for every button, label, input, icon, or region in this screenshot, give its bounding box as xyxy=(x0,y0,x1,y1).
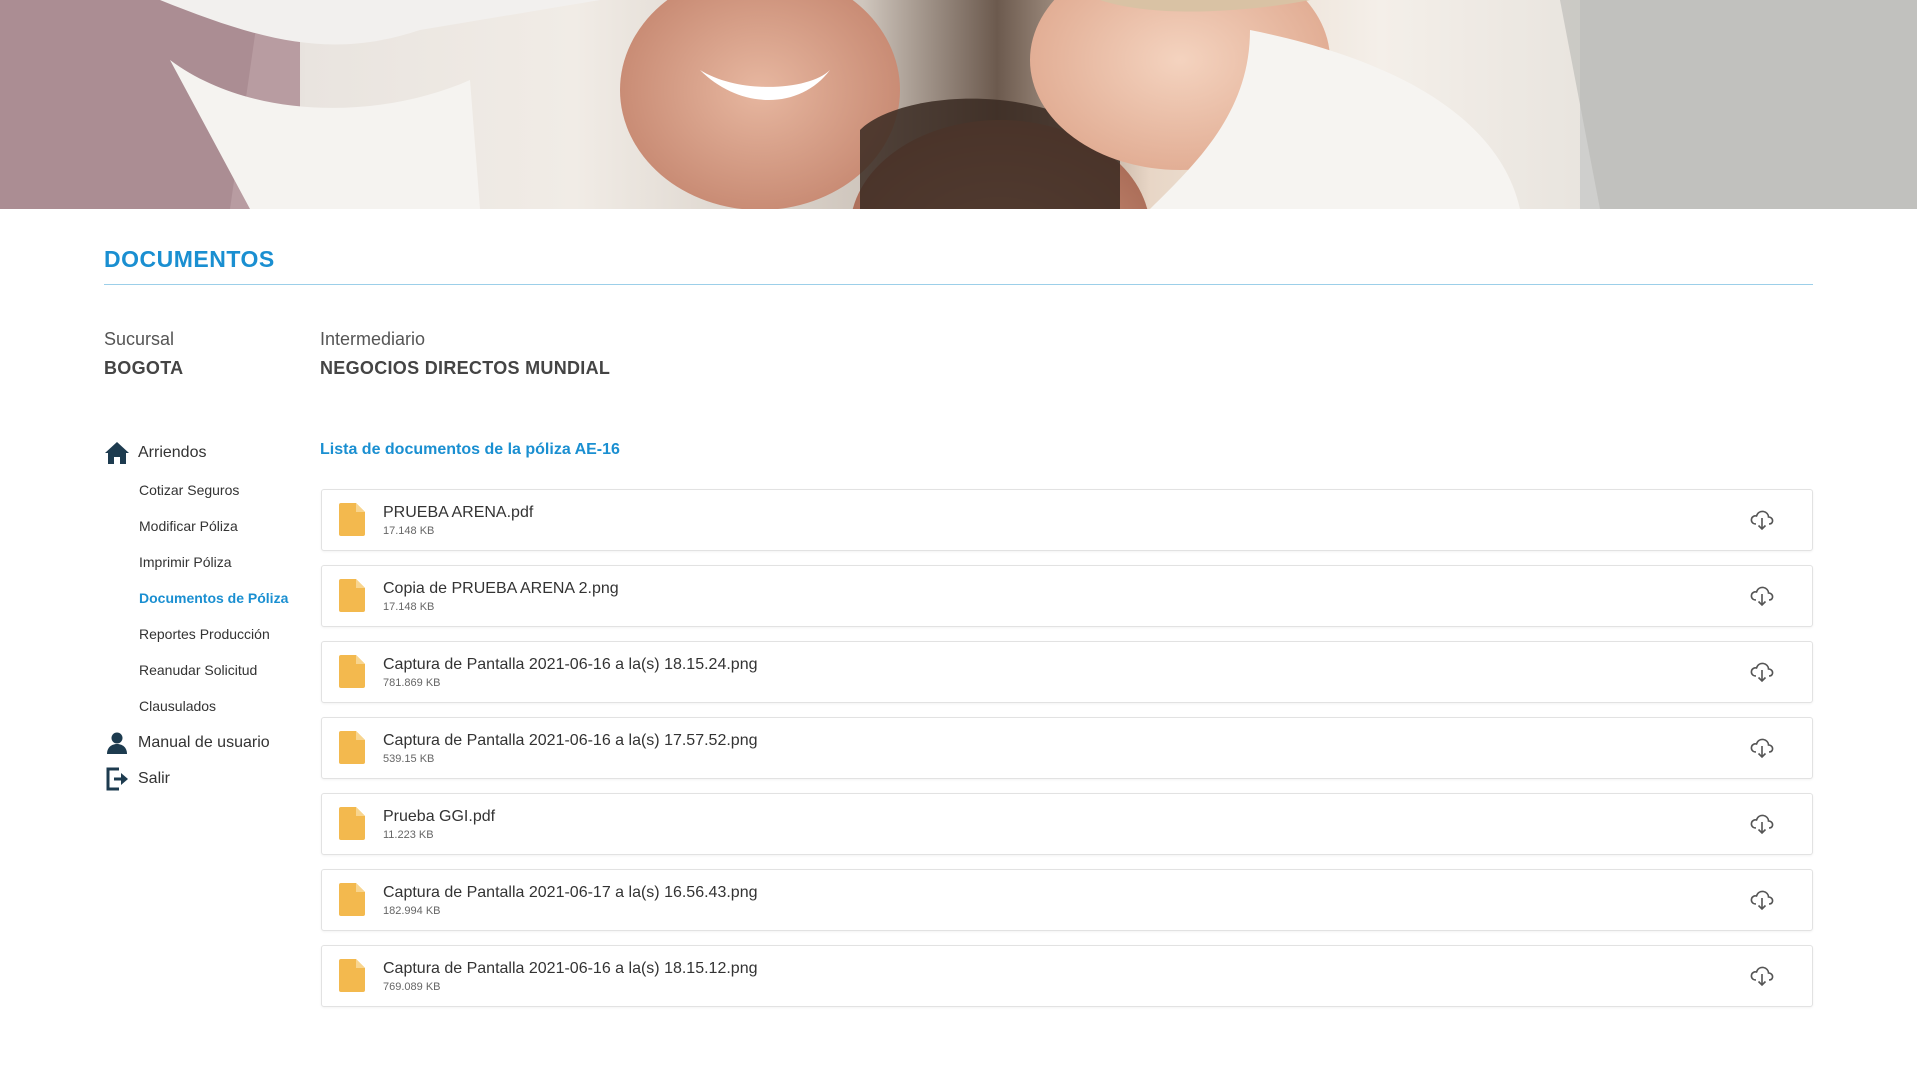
download-icon[interactable] xyxy=(1750,585,1774,607)
user-icon xyxy=(104,730,130,756)
sidebar-item-clausulados[interactable]: Clausulados xyxy=(104,688,324,724)
sidebar-item-label: Arriendos xyxy=(138,444,207,461)
document-row[interactable]: Captura de Pantalla 2021-06-16 a la(s) 1… xyxy=(321,717,1813,779)
sucursal-value: BOGOTA xyxy=(104,358,184,378)
documents-list-title: Lista de documentos de la póliza AE-16 xyxy=(320,441,620,458)
sidebar-nav: Arriendos Cotizar Seguros Modificar Póli… xyxy=(104,440,324,792)
document-row[interactable]: Copia de PRUEBA ARENA 2.png 17.148 KB xyxy=(321,565,1813,627)
document-size: 781.869 KB xyxy=(383,677,441,689)
file-icon xyxy=(339,883,365,916)
title-divider xyxy=(104,284,1813,285)
sidebar-item-cotizar-seguros[interactable]: Cotizar Seguros xyxy=(104,472,324,508)
document-size: 11.223 KB xyxy=(383,829,434,841)
intermediario-label: Intermediario xyxy=(320,329,426,349)
file-icon xyxy=(339,731,365,764)
document-row[interactable]: Captura de Pantalla 2021-06-17 a la(s) 1… xyxy=(321,869,1813,931)
sidebar-item-documentos-de-poliza[interactable]: Documentos de Póliza xyxy=(104,580,324,616)
download-icon[interactable] xyxy=(1750,889,1774,911)
document-name: Captura de Pantalla 2021-06-17 a la(s) 1… xyxy=(383,884,758,901)
file-icon xyxy=(339,579,365,612)
document-name: Prueba GGI.pdf xyxy=(383,808,496,825)
sucursal-label: Sucursal xyxy=(104,329,175,349)
download-icon[interactable] xyxy=(1750,661,1774,683)
logout-icon xyxy=(104,766,130,792)
document-size: 17.148 KB xyxy=(383,601,435,613)
document-row[interactable]: Prueba GGI.pdf 11.223 KB xyxy=(321,793,1813,855)
sidebar-item-label: Salir xyxy=(138,770,171,787)
sucursal-block: Sucursal BOGOTA xyxy=(104,329,183,379)
document-row[interactable]: PRUEBA ARENA.pdf 17.148 KB xyxy=(321,489,1813,551)
sidebar-item-imprimir-poliza[interactable]: Imprimir Póliza xyxy=(104,544,324,580)
file-icon xyxy=(339,959,365,992)
intermediario-value: NEGOCIOS DIRECTOS MUNDIAL xyxy=(320,358,611,378)
file-icon xyxy=(339,655,365,688)
download-icon[interactable] xyxy=(1750,813,1774,835)
document-row[interactable]: Captura de Pantalla 2021-06-16 a la(s) 1… xyxy=(321,641,1813,703)
document-size: 17.148 KB xyxy=(383,525,435,537)
documents-list: PRUEBA ARENA.pdf 17.148 KB Copia de PRUE… xyxy=(321,489,1813,1021)
sidebar-item-arriendos[interactable]: Arriendos xyxy=(104,440,324,466)
document-size: 182.994 KB xyxy=(383,905,441,917)
document-size: 769.089 KB xyxy=(383,981,441,993)
page-title: DOCUMENTOS xyxy=(104,246,275,272)
download-icon[interactable] xyxy=(1750,509,1774,531)
document-name: Captura de Pantalla 2021-06-16 a la(s) 1… xyxy=(383,732,758,749)
download-icon[interactable] xyxy=(1750,965,1774,987)
intermediario-block: Intermediario NEGOCIOS DIRECTOS MUNDIAL xyxy=(320,329,610,379)
sidebar-item-modificar-poliza[interactable]: Modificar Póliza xyxy=(104,508,324,544)
document-name: Copia de PRUEBA ARENA 2.png xyxy=(383,580,619,597)
sidebar-item-manual-de-usuario[interactable]: Manual de usuario xyxy=(104,730,324,756)
document-row[interactable]: Captura de Pantalla 2021-06-16 a la(s) 1… xyxy=(321,945,1813,1007)
sidebar-item-label: Manual de usuario xyxy=(138,734,270,751)
home-icon xyxy=(104,440,130,466)
document-name: Captura de Pantalla 2021-06-16 a la(s) 1… xyxy=(383,960,758,977)
sidebar-item-salir[interactable]: Salir xyxy=(104,766,324,792)
sidebar-item-reportes-produccion[interactable]: Reportes Producción xyxy=(104,616,324,652)
document-name: Captura de Pantalla 2021-06-16 a la(s) 1… xyxy=(383,656,758,673)
document-size: 539.15 KB xyxy=(383,753,435,765)
hero-banner-image xyxy=(0,0,1917,209)
download-icon[interactable] xyxy=(1750,737,1774,759)
document-name: PRUEBA ARENA.pdf xyxy=(383,504,534,521)
file-icon xyxy=(339,503,365,536)
sidebar-item-reanudar-solicitud[interactable]: Reanudar Solicitud xyxy=(104,652,324,688)
file-icon xyxy=(339,807,365,840)
